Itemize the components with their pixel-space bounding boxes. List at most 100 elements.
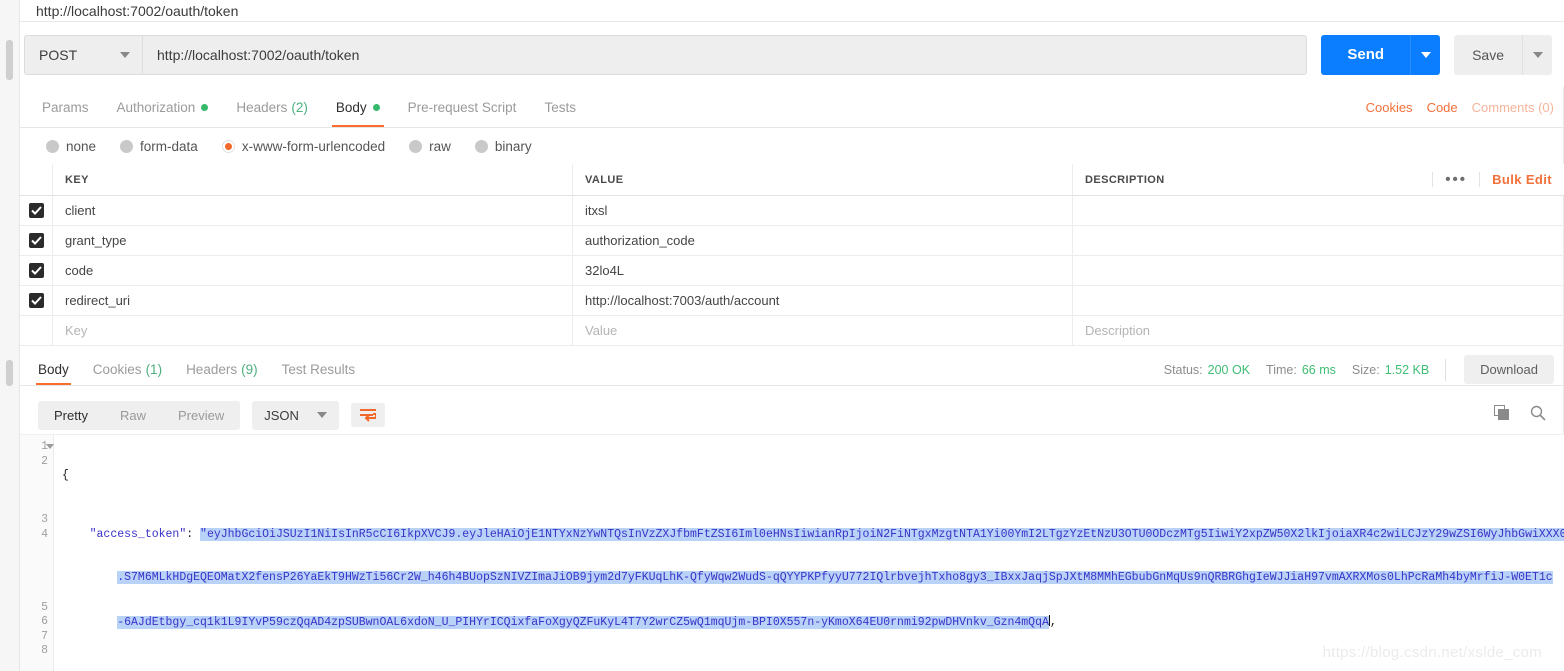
json-value-access-token-part2: .S7M6MLkHDgEQEOMatX2fensP26YaEkT9HWzTi56… (117, 571, 1553, 585)
tab-tests[interactable]: Tests (530, 87, 590, 127)
tab-body[interactable]: Body (322, 87, 394, 127)
tab-params[interactable]: Params (28, 87, 103, 127)
tab-pre-request-script[interactable]: Pre-request Script (394, 87, 531, 127)
request-tabs: Params Authorization Headers (2) Body Pr… (20, 87, 1564, 128)
response-tab-cookies[interactable]: Cookies (1) (81, 354, 174, 385)
row-value[interactable]: itxsl (573, 196, 1073, 225)
line-number: 5 (41, 600, 48, 614)
http-method-select[interactable]: POST (24, 34, 142, 75)
watermark: https://blog.csdn.net/xslde_com (1322, 644, 1542, 661)
row-key[interactable]: grant_type (53, 226, 573, 255)
chevron-down-icon (316, 412, 327, 418)
row-value[interactable]: authorization_code (573, 226, 1073, 255)
row-checkbox-empty[interactable] (20, 316, 53, 345)
status-dot-icon (201, 103, 209, 111)
body-type-form-data[interactable]: form-data (120, 139, 198, 154)
header-checkbox-cell (20, 164, 53, 195)
line-number: 6 (41, 615, 48, 629)
row-value[interactable]: http://localhost:7003/auth/account (573, 286, 1073, 315)
row-checkbox[interactable] (20, 286, 53, 315)
search-icon[interactable] (1530, 405, 1546, 426)
cookies-link[interactable]: Cookies (1366, 100, 1413, 115)
row-key[interactable]: client (53, 196, 573, 225)
left-rail (0, 0, 20, 671)
body-type-binary[interactable]: binary (474, 139, 532, 154)
row-checkbox[interactable] (20, 196, 53, 225)
row-checkbox[interactable] (20, 226, 53, 255)
header-value: VALUE (573, 164, 1073, 195)
header-key: KEY (53, 164, 573, 195)
checkbox-checked-icon (28, 263, 44, 278)
code-link[interactable]: Code (1427, 100, 1458, 115)
code-line-2-cont-b: -6AJdEtbgy_cq1k1L9IYvP59czQqAD4zpSUBwnOA… (62, 615, 1564, 630)
line-number: 2 (41, 454, 48, 468)
word-wrap-icon (359, 409, 376, 422)
send-button[interactable]: Send (1321, 34, 1411, 75)
row-description[interactable] (1073, 226, 1564, 255)
view-mode-pretty[interactable]: Pretty (38, 401, 104, 430)
tab-headers[interactable]: Headers (2) (222, 87, 322, 127)
row-description[interactable] (1073, 286, 1564, 315)
save-button[interactable]: Save (1454, 34, 1522, 75)
request-bar: POST http://localhost:7002/oauth/token S… (20, 22, 1564, 87)
row-description[interactable] (1073, 256, 1564, 285)
table-row: client itxsl (20, 196, 1564, 226)
fold-arrow-icon[interactable] (46, 444, 54, 449)
header-description-label: DESCRIPTION (1085, 173, 1165, 186)
view-mode-raw[interactable]: Raw (104, 401, 162, 430)
tab-label: Pre-request Script (407, 99, 517, 115)
row-value[interactable]: 32lo4L (573, 256, 1073, 285)
response-tab-body[interactable]: Body (26, 354, 81, 385)
row-key[interactable]: redirect_uri (53, 286, 573, 315)
rail-scroll-thumb-bottom[interactable] (6, 360, 13, 386)
bulk-edit-link[interactable]: Bulk Edit (1480, 172, 1552, 187)
download-button[interactable]: Download (1464, 355, 1554, 384)
chevron-down-icon (120, 51, 130, 58)
row-description[interactable] (1073, 196, 1564, 225)
tab-count: (2) (291, 99, 308, 115)
save-options-button[interactable] (1522, 34, 1552, 75)
row-key[interactable]: code (53, 256, 573, 285)
status-label: Status: (1163, 362, 1203, 377)
response-format-select[interactable]: JSON (252, 400, 339, 430)
comments-link[interactable]: Comments (0) (1472, 100, 1554, 115)
body-type-x-www-form-urlencoded[interactable]: x-www-form-urlencoded (221, 139, 385, 154)
view-mode-preview[interactable]: Preview (162, 401, 240, 430)
json-code-content[interactable]: { "access_token": "eyJhbGciOiJSUzI1NiIsI… (54, 435, 1564, 671)
json-value-access-token-part3: -6AJdEtbgy_cq1k1L9IYvP59czQqAD4zpSUBwnOA… (117, 616, 1049, 630)
line-number: 7 (41, 629, 48, 643)
body-type-raw[interactable]: raw (409, 139, 451, 154)
response-body-viewer[interactable]: 1 2 3 4 5 6 7 8 { "access_token": "eyJhb… (20, 434, 1564, 671)
copy-icon[interactable] (1494, 404, 1510, 426)
tab-label: Headers (236, 99, 288, 115)
body-type-none[interactable]: none (46, 139, 96, 154)
chevron-down-icon (1532, 51, 1543, 58)
response-format-label: JSON (264, 407, 299, 423)
checkbox-checked-icon (28, 293, 44, 308)
row-checkbox[interactable] (20, 256, 53, 285)
word-wrap-button[interactable] (350, 403, 385, 427)
response-viewer-toolbar: Pretty Raw Preview JSON (20, 396, 1564, 434)
tab-authorization[interactable]: Authorization (103, 87, 223, 127)
response-tab-headers[interactable]: Headers (9) (174, 354, 270, 385)
size-label: Size: (1351, 362, 1380, 377)
response-tab-test-results[interactable]: Test Results (270, 354, 368, 385)
new-key-input[interactable]: Key (53, 316, 573, 345)
tab-label: Cookies (92, 362, 142, 377)
code-line-1: { (62, 469, 1564, 484)
tab-label: Params (42, 99, 89, 115)
code-line-2-cont-a: .S7M6MLkHDgEQEOMatX2fensP26YaEkT9HWzTi56… (62, 571, 1564, 586)
radio-label: none (66, 138, 97, 154)
more-options-icon[interactable]: ••• (1432, 172, 1481, 187)
request-url-input[interactable]: http://localhost:7002/oauth/token (142, 34, 1308, 75)
rail-scroll-thumb-top[interactable] (6, 40, 13, 80)
send-button-group: Send (1321, 34, 1441, 75)
new-value-input[interactable]: Value (573, 316, 1073, 345)
new-description-input[interactable]: Description (1073, 316, 1564, 345)
line-number-spacer (20, 542, 53, 600)
send-options-button[interactable] (1410, 34, 1441, 75)
tab-label: Test Results (281, 362, 356, 377)
tab-label: Tests (544, 99, 576, 115)
radio-icon (120, 139, 134, 153)
code-line-2: "access_token": "eyJhbGciOiJSUzI1NiIsInR… (62, 527, 1564, 543)
